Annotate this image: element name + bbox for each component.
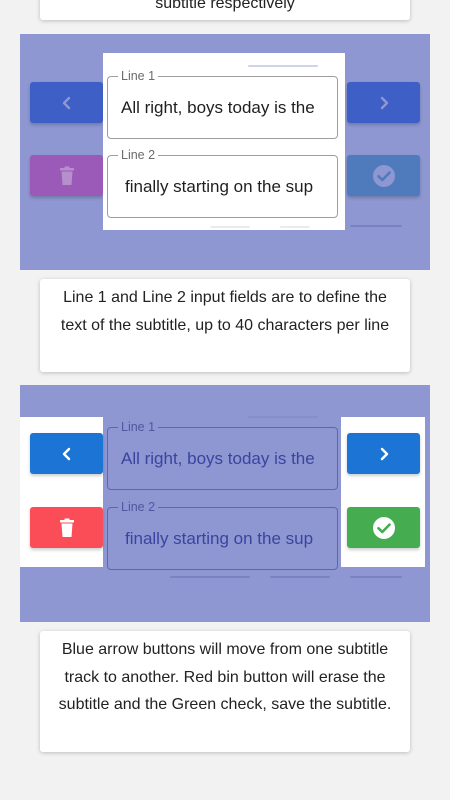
line1-label: Line 1 [118,68,159,84]
delete-button[interactable] [30,155,103,196]
line1-input[interactable]: All right, boys today is the [121,448,324,470]
instruction-card-fields: Line 1 and Line 2 input fields are to de… [40,279,410,372]
next-button[interactable] [347,82,420,123]
line1-field[interactable]: Line 1 All right, boys today is the [107,68,338,139]
prev-button[interactable] [30,433,103,474]
line1-field[interactable]: Line 1 All right, boys today is the [107,419,338,490]
scroll-indicator [248,65,318,67]
line1-label: Line 1 [118,419,159,435]
tutorial-panel-fields: Line 1 All right, boys today is the Line… [20,34,430,270]
button-shadow [350,225,402,227]
chevron-left-icon [62,447,70,460]
next-button[interactable] [347,433,420,474]
button-shadow [350,576,402,578]
tutorial-panel-buttons: Line 1 All right, boys today is the Line… [20,385,430,622]
field-shadow [280,226,310,228]
instruction-text-buttons: Blue arrow buttons will move from one su… [58,641,392,713]
line2-input[interactable]: finally starting on the sup [125,176,324,198]
line2-field[interactable]: Line 2 finally starting on the sup [107,499,338,570]
instruction-text-top: subtitle respectively [155,0,295,12]
line2-field[interactable]: Line 2 finally starting on the sup [107,147,338,218]
delete-button[interactable] [30,507,103,548]
line2-label: Line 2 [118,499,159,515]
save-button[interactable] [347,155,420,196]
save-button[interactable] [347,507,420,548]
field-shadow [210,226,250,228]
chevron-right-icon [380,447,388,460]
instruction-text-fields: Line 1 and Line 2 input fields are to de… [60,289,390,334]
chevron-right-icon [380,96,388,109]
trash-icon [59,518,74,537]
field-shadow [270,576,330,578]
instruction-card-buttons: Blue arrow buttons will move from one su… [40,631,410,752]
trash-icon [59,166,74,185]
line2-input[interactable]: finally starting on the sup [125,528,324,550]
prev-button[interactable] [30,82,103,123]
chevron-left-icon [62,96,70,109]
field-shadow [170,576,250,578]
check-circle-icon [372,516,395,539]
check-circle-icon [372,164,395,187]
line1-input[interactable]: All right, boys today is the [121,97,324,119]
scroll-indicator [248,416,318,418]
line2-label: Line 2 [118,147,159,163]
instruction-card-top: subtitle respectively [40,0,410,20]
